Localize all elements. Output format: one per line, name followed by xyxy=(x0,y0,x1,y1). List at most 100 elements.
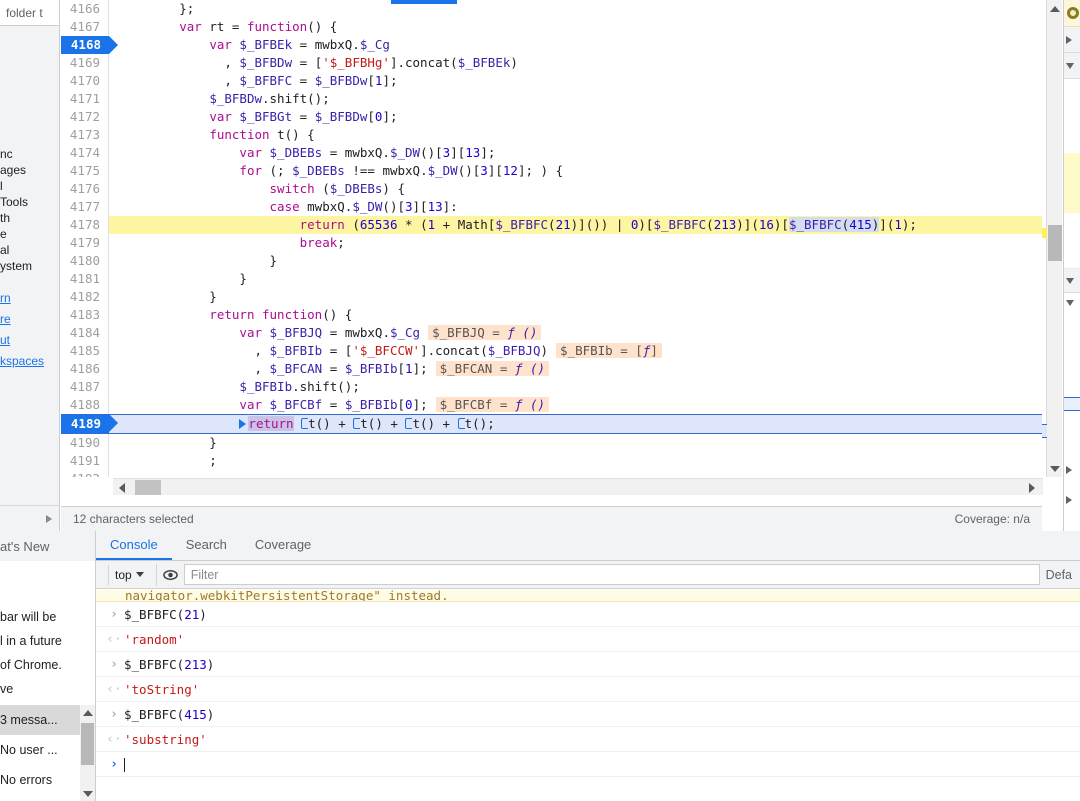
code-line-content[interactable]: var $_BFBGt = $_BFBDw[0]; xyxy=(109,108,1042,126)
line-number[interactable]: 4183 xyxy=(61,306,109,324)
code-line-content[interactable]: var $_BFBEk = mwbxQ.$_Cg xyxy=(109,36,1042,54)
navigator-collapse-button[interactable] xyxy=(0,505,59,531)
scroll-left-button[interactable] xyxy=(115,479,129,496)
navigator-link[interactable]: kspaces xyxy=(0,351,59,372)
console-prompt-row[interactable]: › xyxy=(96,752,1080,777)
editor-vertical-scrollbar[interactable] xyxy=(1046,0,1062,477)
line-number[interactable]: 4192 xyxy=(61,470,109,477)
line-number[interactable]: 4179 xyxy=(61,234,109,252)
code-line[interactable]: 4181 } xyxy=(61,270,1042,288)
code-line-content[interactable]: }; xyxy=(109,0,1042,18)
code-line[interactable]: 4172 var $_BFBGt = $_BFBDw[0]; xyxy=(61,108,1042,126)
code-line[interactable]: 4189 return t() + t() + t() + t(); xyxy=(61,414,1042,434)
tab-coverage[interactable]: Coverage xyxy=(241,530,325,560)
code-line[interactable]: 4191 ; xyxy=(61,452,1042,470)
line-number[interactable]: 4172 xyxy=(61,108,109,126)
scrollbar-thumb[interactable] xyxy=(81,723,94,765)
code-line-content[interactable]: , $_BFCAN = $_BFBIb[1]; $_BFCAN = ƒ () xyxy=(109,360,1042,378)
callstack-selected-frame[interactable] xyxy=(1064,397,1080,411)
code-line-content[interactable]: , $_BFBFC = $_BFBDw[1]; xyxy=(109,72,1042,90)
code-line[interactable]: 4187 $_BFBIb.shift(); xyxy=(61,378,1042,396)
code-line[interactable]: 4192 xyxy=(61,470,1042,477)
line-number[interactable]: 4181 xyxy=(61,270,109,288)
code-line-content[interactable]: return t() + t() + t() + t(); xyxy=(109,415,1042,433)
code-line[interactable]: 4174 var $_DBEBs = mwbxQ.$_DW()[3][13]; xyxy=(61,144,1042,162)
code-line-content[interactable]: var rt = function() { xyxy=(109,18,1042,36)
code-line-content[interactable]: var $_DBEBs = mwbxQ.$_DW()[3][13]; xyxy=(109,144,1042,162)
code-line[interactable]: 4185 , $_BFBIb = ['$_BFCCW'].concat($_BF… xyxy=(61,342,1042,360)
issues-list-scrollbar[interactable] xyxy=(80,705,95,801)
tab-whats-new[interactable]: at's New xyxy=(0,531,95,561)
callstack-subsection[interactable] xyxy=(1064,293,1080,313)
line-number[interactable]: 4189 xyxy=(61,414,118,433)
code-line-content[interactable]: switch ($_DBEBs) { xyxy=(109,180,1042,198)
line-number[interactable]: 4166 xyxy=(61,0,109,18)
line-number[interactable]: 4188 xyxy=(61,396,109,414)
line-number[interactable]: 4182 xyxy=(61,288,109,306)
line-number[interactable]: 4190 xyxy=(61,434,109,452)
line-number[interactable]: 4177 xyxy=(61,198,109,216)
code-line-content[interactable]: var $_BFCBf = $_BFBIb[0]; $_BFCBf = ƒ () xyxy=(109,396,1042,414)
code-line-content[interactable]: $_BFBDw.shift(); xyxy=(109,90,1042,108)
line-number[interactable]: 4174 xyxy=(61,144,109,162)
execution-context-selector[interactable]: top xyxy=(108,564,150,585)
code-line[interactable]: 4171 $_BFBDw.shift(); xyxy=(61,90,1042,108)
code-line-content[interactable]: $_BFBIb.shift(); xyxy=(109,378,1042,396)
code-line[interactable]: 4188 var $_BFCBf = $_BFBIb[0]; $_BFCBf = … xyxy=(61,396,1042,414)
code-line-content[interactable]: , $_BFBIb = ['$_BFCCW'].concat($_BFBJQ) $… xyxy=(109,342,1042,360)
code-line[interactable]: 4183 return function() { xyxy=(61,306,1042,324)
code-line[interactable]: 4190 } xyxy=(61,434,1042,452)
line-number[interactable]: 4168 xyxy=(61,36,118,54)
line-number[interactable]: 4178 xyxy=(61,216,109,234)
code-line[interactable]: 4179 break; xyxy=(61,234,1042,252)
code-line[interactable]: 4175 for (; $_DBEBs !== mwbxQ.$_DW()[3][… xyxy=(61,162,1042,180)
watch-section-header[interactable] xyxy=(1064,27,1080,53)
navigator-item[interactable]: al xyxy=(0,242,59,258)
line-number[interactable]: 4175 xyxy=(61,162,109,180)
code-line-content[interactable]: var $_BFBJQ = mwbxQ.$_Cg $_BFBJQ = ƒ () xyxy=(109,324,1042,342)
code-line-content[interactable]: } xyxy=(109,252,1042,270)
line-number[interactable]: 4184 xyxy=(61,324,109,342)
code-line[interactable]: 4178 return (65536 * (1 + Math[$_BFBFC(2… xyxy=(61,216,1042,234)
line-number[interactable]: 4180 xyxy=(61,252,109,270)
navigator-item[interactable]: nc xyxy=(0,146,59,162)
code-line[interactable]: 4182 } xyxy=(61,288,1042,306)
callstack-section-header[interactable] xyxy=(1064,269,1080,293)
code-line-content[interactable]: return function() { xyxy=(109,306,1042,324)
code-lines-container[interactable]: 4166 }; 4167 var rt = function() {4168 va… xyxy=(61,0,1042,477)
code-line[interactable]: 4167 var rt = function() { xyxy=(61,18,1042,36)
code-line[interactable]: 4169 , $_BFBDw = ['$_BFBHg'].concat($_BF… xyxy=(61,54,1042,72)
code-line[interactable]: 4177 case mwbxQ.$_DW()[3][13]: xyxy=(61,198,1042,216)
code-line[interactable]: 4176 switch ($_DBEBs) { xyxy=(61,180,1042,198)
code-line[interactable]: 4186 , $_BFCAN = $_BFBIb[1]; $_BFCAN = ƒ … xyxy=(61,360,1042,378)
code-line-content[interactable] xyxy=(109,470,1042,477)
scroll-down-button[interactable] xyxy=(80,786,95,801)
code-line-content[interactable]: ; xyxy=(109,452,1042,470)
code-line[interactable]: 4168 var $_BFBEk = mwbxQ.$_Cg xyxy=(61,36,1042,54)
source-code-editor[interactable]: 4166 }; 4167 var rt = function() {4168 va… xyxy=(61,0,1042,477)
scroll-down-button[interactable] xyxy=(1047,460,1063,477)
code-line-content[interactable]: , $_BFBDw = ['$_BFBHg'].concat($_BFBEk) xyxy=(109,54,1042,72)
editor-horizontal-scrollbar[interactable] xyxy=(113,478,1043,495)
line-number[interactable]: 4187 xyxy=(61,378,109,396)
navigator-item[interactable]: Tools xyxy=(0,194,59,210)
console-filter-input[interactable] xyxy=(183,564,1040,585)
code-line-content[interactable]: } xyxy=(109,270,1042,288)
line-number[interactable]: 4171 xyxy=(61,90,109,108)
code-line[interactable]: 4184 var $_BFBJQ = mwbxQ.$_Cg $_BFBJQ = ƒ… xyxy=(61,324,1042,342)
code-line[interactable]: 4173 function t() { xyxy=(61,126,1042,144)
navigator-item[interactable]: e xyxy=(0,226,59,242)
code-line-content[interactable]: break; xyxy=(109,234,1042,252)
code-line[interactable]: 4166 }; xyxy=(61,0,1042,18)
navigator-item[interactable]: ages xyxy=(0,162,59,178)
line-number[interactable]: 4169 xyxy=(61,54,109,72)
line-number[interactable]: 4170 xyxy=(61,72,109,90)
console-message-list[interactable]: navigator.webkitPersistentStorage" inste… xyxy=(96,590,1080,801)
xhr-breakpoints-header[interactable] xyxy=(1064,455,1080,485)
line-number[interactable]: 4176 xyxy=(61,180,109,198)
tab-search[interactable]: Search xyxy=(172,530,241,560)
code-line[interactable]: 4180 } xyxy=(61,252,1042,270)
dom-breakpoints-header[interactable] xyxy=(1064,485,1080,515)
line-number[interactable]: 4191 xyxy=(61,452,109,470)
navigator-item[interactable]: ystem xyxy=(0,258,59,274)
